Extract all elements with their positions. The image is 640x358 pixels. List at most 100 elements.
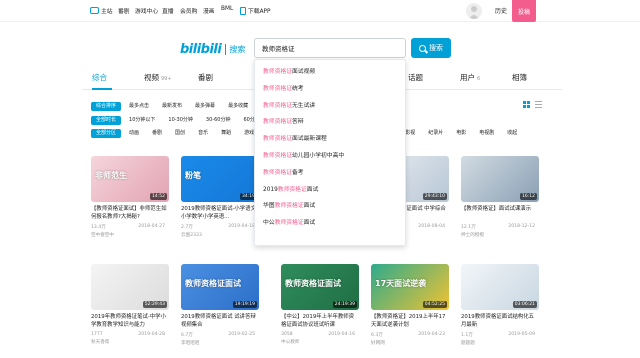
- suggestion-item[interactable]: 教师资格证面试视频: [263, 66, 315, 75]
- suggestion-item[interactable]: 教师资格证备考: [263, 167, 304, 176]
- uploader-name[interactable]: 中公教师: [281, 339, 359, 345]
- tab-album[interactable]: 相簿: [512, 72, 527, 83]
- video-title[interactable]: 2019教师资格证面试 试讲答辩视频集合: [181, 313, 259, 329]
- video-card[interactable]: 粉笔 34:19 2019教师资格证面试-小学语文小学数学小学英语... 2.7万 20…: [181, 156, 259, 238]
- filter-order-danmaku[interactable]: 最多弹幕: [190, 102, 220, 111]
- filter-duration-30-60[interactable]: 30-60分钟: [201, 116, 236, 125]
- nav-item-download-app[interactable]: 下载APP: [240, 6, 271, 15]
- filter-order-newest[interactable]: 最新发布: [157, 102, 187, 111]
- filter-duration-under10[interactable]: 10分钟以下: [124, 116, 160, 125]
- avatar-figure-icon: [469, 6, 479, 19]
- suggestion-item[interactable]: 教师资格证统考: [263, 83, 304, 92]
- filter-order-clicks[interactable]: 最多点击: [124, 102, 154, 111]
- list-view-icon[interactable]: [535, 101, 542, 108]
- filter-order-favorites[interactable]: 最多收藏: [223, 102, 253, 111]
- uploader-name[interactable]: 绅士的橙橙: [461, 232, 539, 238]
- video-thumbnail[interactable]: 16:12: [461, 156, 539, 202]
- nav-item-live[interactable]: 直播: [162, 6, 174, 15]
- tab-topic[interactable]: 话题: [408, 72, 423, 83]
- filter-row-duration: 全部时长 10分钟以下 10-30分钟 30-60分钟 60分钟以上: [91, 115, 278, 125]
- video-card[interactable]: 16:12 【教师资格证】面试试课演示 12.1万 2018-12-12 绅士的橙橙: [461, 156, 539, 238]
- video-thumbnail[interactable]: 教师资格证面试 19:19:19: [181, 264, 259, 310]
- video-card[interactable]: 52:29:43 2019年教师资格证笔试-中学小学教育教学知识与能力 1777 20…: [91, 264, 169, 345]
- nav-item-bangumi[interactable]: 番剧: [118, 6, 130, 15]
- filter-zone[interactable]: 音乐: [193, 129, 213, 138]
- duration-badge: 14:52: [150, 193, 167, 200]
- video-thumbnail[interactable]: 52:29:43: [91, 264, 169, 310]
- video-title[interactable]: 2019教师资格证面试结构化五月最新: [461, 313, 539, 329]
- suggestion-item[interactable]: 教师资格证面试最新课程: [263, 133, 327, 142]
- filter-order-default[interactable]: 综合排序: [91, 101, 122, 111]
- tab-all[interactable]: 综合: [92, 72, 107, 83]
- video-title[interactable]: 【教师资格证】面试试课演示: [461, 205, 539, 221]
- bilibili-logo[interactable]: bilibili 搜索: [180, 42, 245, 57]
- suggestion-item[interactable]: 教师资格证无生试讲: [263, 100, 315, 109]
- uploader-name[interactable]: 秋天香帮: [91, 339, 169, 345]
- video-title[interactable]: 2019教师资格证面试-小学语文小学数学小学英语...: [181, 205, 259, 221]
- suggestion-item[interactable]: 中公教师资格证面试: [263, 217, 315, 226]
- suggestion-item[interactable]: 教师资格证幼儿园小学初中高中: [263, 150, 344, 159]
- uploader-name[interactable]: 好网网: [371, 340, 449, 346]
- uploader-name[interactable]: 题题题: [461, 340, 539, 346]
- video-card[interactable]: 17天面试逆袭 04:52:25 【教师资格证】2019上半年17天面试逆袭计划 6.…: [371, 264, 449, 346]
- suggestion-item[interactable]: 教师资格证答辩: [263, 116, 304, 125]
- filter-zone[interactable]: 国创: [170, 129, 190, 138]
- video-thumbnail[interactable]: 17天面试逆袭 04:52:25: [371, 264, 449, 310]
- tab-video[interactable]: 视频 99+: [144, 72, 172, 83]
- filter-zone[interactable]: 全部分区: [91, 128, 122, 138]
- nav-item-membership[interactable]: 会员购: [180, 6, 197, 15]
- duration-badge: 24:19:39: [332, 301, 357, 308]
- video-meta: 1.1万 2019-05-09: [461, 332, 535, 338]
- avatar[interactable]: [466, 3, 482, 19]
- uploader-name[interactable]: 空中壹空中: [91, 232, 169, 238]
- suggestion-item[interactable]: 华图教师资格证面试: [263, 200, 315, 209]
- nav-item-bml[interactable]: BML: [221, 6, 233, 12]
- filter-zone[interactable]: 动画: [124, 129, 144, 138]
- thumbnail-text: 17天面试逆袭: [375, 279, 427, 288]
- video-card[interactable]: 教师资格证面试 24:19:39 【中公】2019年上半年教师资格证面试协议班试听课…: [281, 264, 359, 345]
- video-card[interactable]: 教师资格证面试 19:19:19 2019教师资格证面试 试讲答辩视频集合 6.7万 2…: [181, 264, 259, 346]
- phone-icon: [240, 6, 246, 15]
- duration-badge: 03:06:21: [512, 301, 537, 308]
- search-button[interactable]: 搜索: [411, 38, 451, 58]
- tab-user[interactable]: 用户 6: [460, 72, 480, 83]
- suggestion-item[interactable]: 2019教师资格证面试: [263, 184, 318, 193]
- uploader-name[interactable]: 李咀咀咀: [181, 340, 259, 346]
- video-title[interactable]: 【教师资格证】2019上半年17天面试逆袭计划: [371, 313, 449, 329]
- history-link[interactable]: 历史: [495, 6, 507, 15]
- video-card[interactable]: 03:06:21 2019教师资格证面试结构化五月最新 1.1万 2019-05-09…: [461, 264, 539, 346]
- duration-badge: 52:29:43: [142, 301, 167, 308]
- upload-date: 2018-08-04: [418, 224, 445, 229]
- grid-view-icon[interactable]: [523, 101, 530, 108]
- tab-bangumi[interactable]: 番剧: [198, 72, 213, 83]
- video-thumbnail[interactable]: 教师资格证面试 24:19:39: [281, 264, 359, 310]
- video-title[interactable]: 2019年教师资格证笔试-中学小学教育教学知识与能力: [91, 313, 169, 329]
- filter-zone[interactable]: 纪录片: [423, 129, 448, 138]
- filter-zone[interactable]: 番剧: [147, 129, 167, 138]
- filter-zone[interactable]: 电视剧: [474, 129, 499, 138]
- view-count: 6.3万: [371, 333, 383, 338]
- thumbnail-text: 粉笔: [185, 171, 201, 180]
- post-button[interactable]: 投稿: [512, 0, 536, 22]
- video-thumbnail[interactable]: 粉笔 34:19: [181, 156, 259, 202]
- upload-date: 2019-04-23: [418, 332, 445, 337]
- video-thumbnail[interactable]: 03:06:21: [461, 264, 539, 310]
- uploader-name[interactable]: 云图2333: [181, 232, 259, 238]
- video-meta: 3058 2019-04-16: [281, 332, 355, 337]
- search-input[interactable]: 教师资格证: [254, 38, 406, 58]
- filter-zone[interactable]: 电影: [451, 129, 471, 138]
- tv-icon: [90, 7, 99, 14]
- filter-duration-10-30[interactable]: 10-30分钟: [163, 116, 198, 125]
- upload-date: 2019-04-28: [138, 332, 165, 337]
- nav-item-main[interactable]: 主站: [90, 6, 113, 15]
- video-card[interactable]: 非师范生 14:52 【教师资格证面试】非师范生如何报名教师?大揭秘? 13.4万 20…: [91, 156, 169, 238]
- video-thumbnail[interactable]: 非师范生 14:52: [91, 156, 169, 202]
- nav-item-game-center[interactable]: 游戏中心: [135, 6, 158, 15]
- filter-zone-collapse[interactable]: 收起: [502, 129, 522, 138]
- video-title[interactable]: 【教师资格证面试】非师范生如何报名教师?大揭秘?: [91, 205, 169, 221]
- video-title[interactable]: 【中公】2019年上半年教师资格证面试协议班试听课: [281, 313, 359, 329]
- nav-item-manga[interactable]: 漫画: [203, 6, 215, 15]
- view-count: 13.4万: [91, 225, 106, 230]
- filter-zone[interactable]: 舞蹈: [216, 129, 236, 138]
- filter-duration-all[interactable]: 全部时长: [91, 115, 122, 125]
